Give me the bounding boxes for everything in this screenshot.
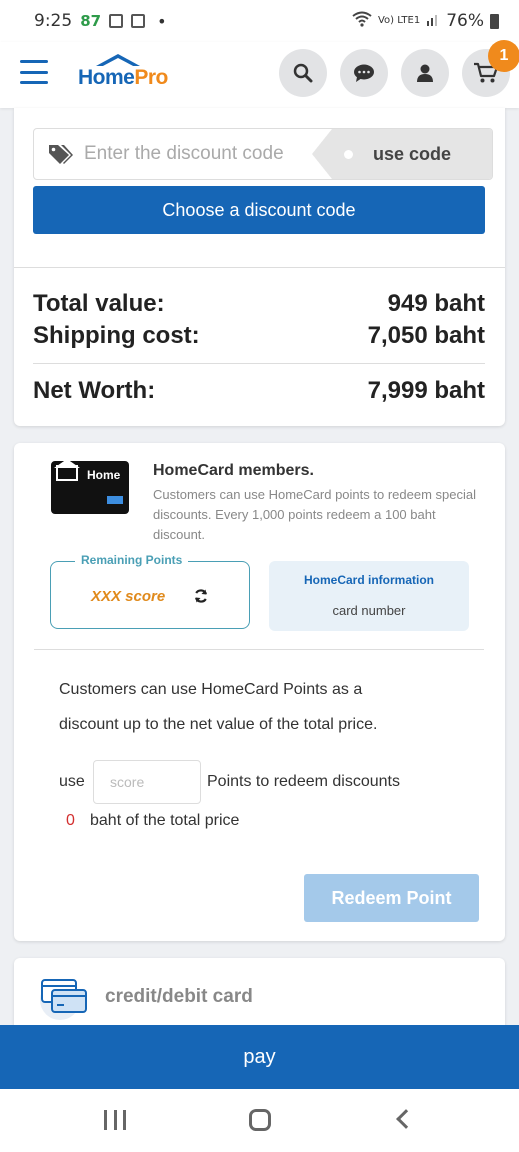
home-icon[interactable] bbox=[249, 1109, 271, 1131]
redeem-point-button[interactable]: Redeem Point bbox=[304, 874, 479, 922]
dot-icon: • bbox=[157, 11, 167, 31]
discount-code-input[interactable] bbox=[84, 129, 334, 179]
usage-text-line2: discount up to the net value of the tota… bbox=[59, 716, 378, 733]
homecard-title: HomeCard members. bbox=[153, 462, 314, 479]
baht-total-text: baht of the total price bbox=[90, 812, 240, 829]
search-button[interactable] bbox=[279, 49, 327, 97]
battery-icon bbox=[490, 13, 499, 29]
total-value-amount: 949 baht bbox=[387, 290, 485, 317]
total-value-row: Total value: 949 baht bbox=[33, 290, 485, 318]
discount-summary-card: use code Choose a discount code Total va… bbox=[14, 108, 505, 426]
gallery-icon bbox=[109, 14, 124, 28]
chat-button[interactable] bbox=[340, 49, 388, 97]
remaining-points-label: Remaining Points bbox=[75, 553, 189, 567]
score-input[interactable] bbox=[93, 760, 201, 804]
menu-icon[interactable] bbox=[20, 60, 48, 84]
discount-amount: 0 bbox=[66, 812, 75, 829]
net-worth-row: Net Worth: 7,999 baht bbox=[33, 377, 485, 405]
shopping-bag-icon bbox=[131, 14, 146, 28]
remaining-points-box: Remaining Points XXX score bbox=[50, 553, 250, 629]
cart-count-badge: 1 bbox=[488, 40, 519, 72]
logo-pro-text: Pro bbox=[134, 66, 168, 89]
wifi-icon bbox=[352, 11, 372, 32]
tag-icon bbox=[49, 145, 73, 164]
homecard-info-title: HomeCard information bbox=[303, 573, 434, 587]
remaining-points-value: XXX score bbox=[91, 588, 166, 605]
refresh-icon[interactable] bbox=[193, 588, 209, 604]
system-nav-bar bbox=[0, 1089, 519, 1152]
homecard-section: Home HomeCard members. Customers can use… bbox=[14, 443, 505, 941]
status-time: 9:25 bbox=[34, 11, 73, 31]
divider bbox=[34, 649, 484, 650]
shipping-cost-row: Shipping cost: 7,050 baht bbox=[33, 322, 485, 350]
card-number-label: card number bbox=[332, 603, 406, 618]
redeem-points-text: Points to redeem discounts bbox=[207, 773, 400, 790]
use-code-button[interactable]: use code bbox=[312, 129, 492, 179]
pay-button[interactable]: pay bbox=[0, 1025, 519, 1089]
credit-card-icon bbox=[40, 979, 87, 1020]
status-bar: 9:25 87 • Vo) LTE1 76% bbox=[0, 0, 519, 42]
user-icon bbox=[417, 64, 433, 82]
logo-home-text: Home bbox=[78, 66, 135, 89]
use-code-label: use code bbox=[372, 143, 452, 164]
cart-button[interactable]: 1 bbox=[462, 40, 519, 97]
status-battery: 76% bbox=[446, 11, 484, 31]
homecard-info-box[interactable]: HomeCard information card number bbox=[269, 561, 469, 631]
usage-text-line1: Customers can use HomeCard Points as a bbox=[59, 681, 363, 698]
divider bbox=[33, 363, 485, 364]
account-button[interactable] bbox=[401, 49, 449, 97]
status-notification-count: 87 bbox=[80, 12, 102, 30]
homepro-logo[interactable]: HomePro bbox=[78, 54, 182, 94]
back-icon[interactable] bbox=[396, 1109, 416, 1129]
status-network: Vo) LTE1 bbox=[377, 15, 421, 26]
credit-card-label: credit/debit card bbox=[105, 986, 253, 1007]
app-header: HomePro 1 bbox=[0, 40, 519, 108]
choose-discount-button[interactable]: Choose a discount code bbox=[33, 186, 485, 234]
total-value-label: Total value: bbox=[33, 290, 165, 317]
shipping-cost-amount: 7,050 baht bbox=[367, 322, 485, 349]
signal-icon bbox=[426, 11, 440, 31]
homecard-image: Home bbox=[51, 459, 129, 514]
divider bbox=[14, 267, 505, 268]
recent-apps-icon[interactable] bbox=[104, 1110, 126, 1130]
net-worth-amount: 7,999 baht bbox=[367, 377, 485, 404]
discount-code-box: use code bbox=[33, 128, 493, 180]
homecard-description: Customers can use HomeCard points to red… bbox=[153, 487, 476, 542]
chat-icon bbox=[354, 64, 374, 82]
shipping-cost-label: Shipping cost: bbox=[33, 322, 200, 349]
search-icon bbox=[293, 63, 313, 83]
homecard-image-text: Home bbox=[87, 468, 121, 482]
net-worth-label: Net Worth: bbox=[33, 377, 156, 404]
